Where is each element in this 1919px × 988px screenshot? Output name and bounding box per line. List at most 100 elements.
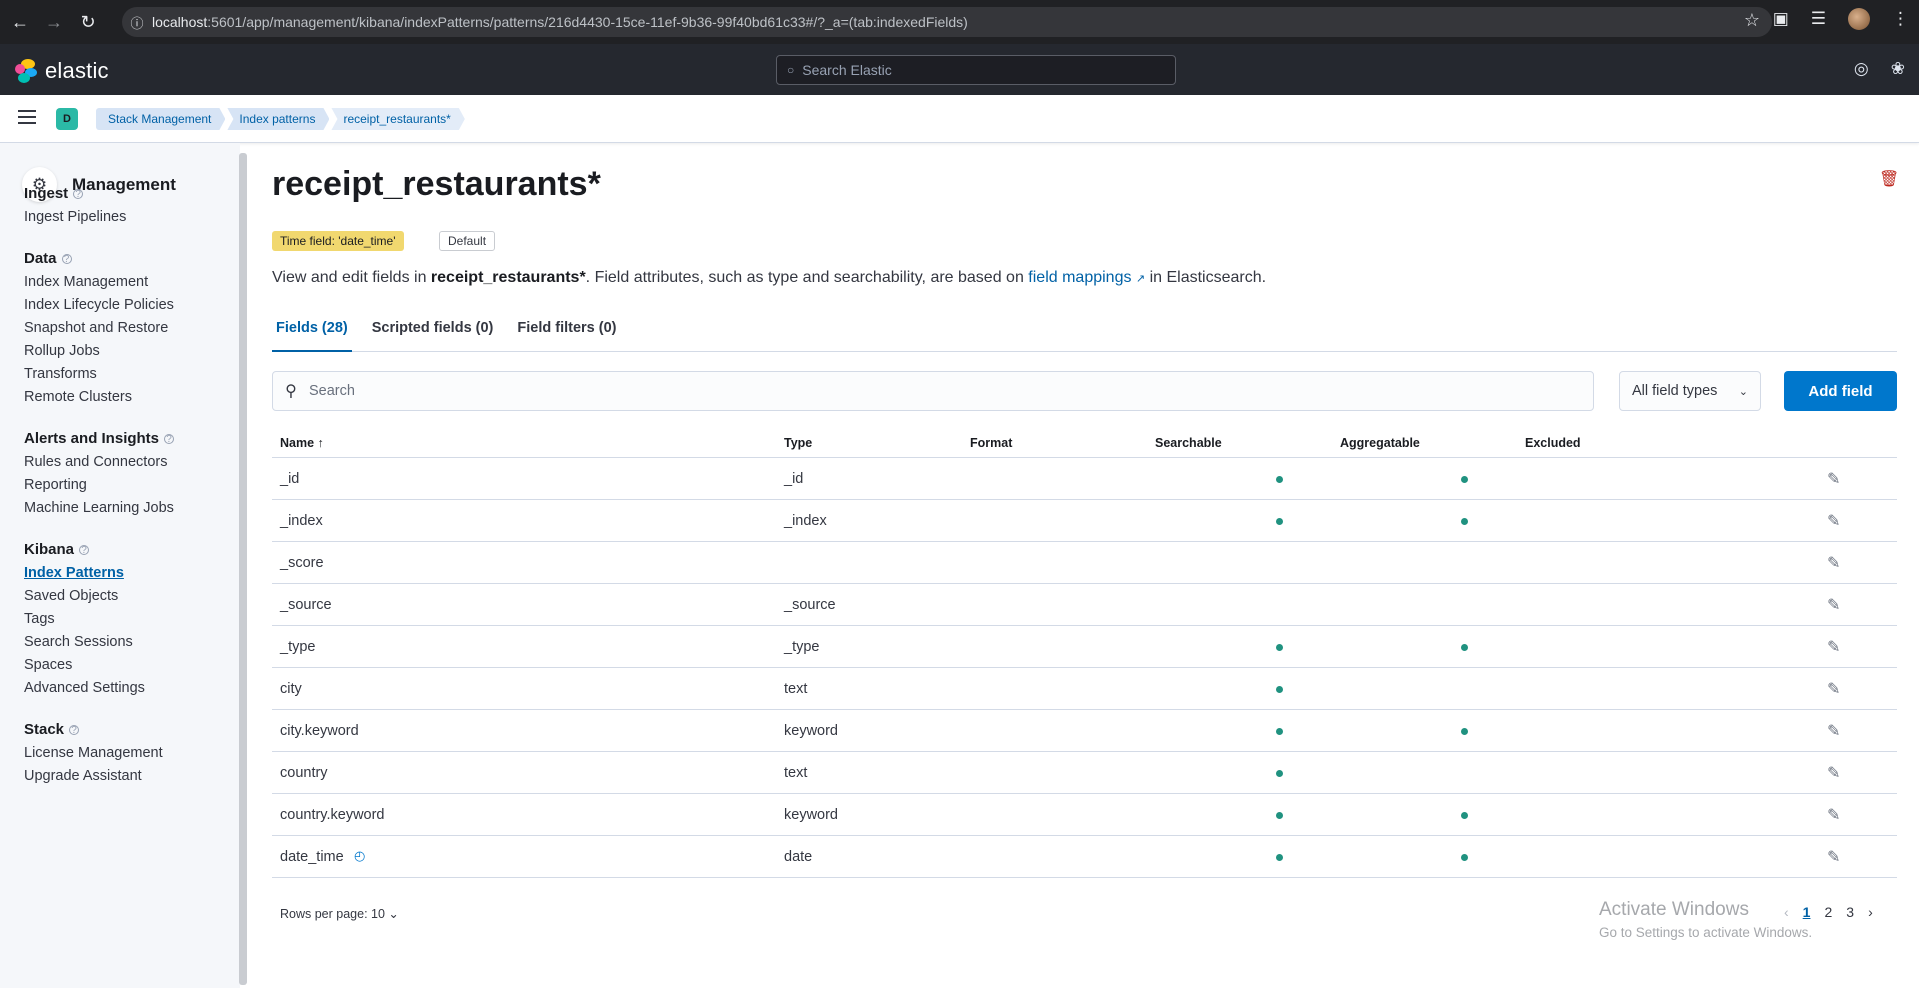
field-name: country.keyword xyxy=(280,807,385,823)
reload-icon[interactable]: ↻ xyxy=(74,8,102,36)
field-type: keyword xyxy=(784,723,838,739)
rows-per-page-select[interactable]: Rows per page: 10 ⌄ xyxy=(280,906,399,921)
tab-field-filters[interactable]: Field filters (0) xyxy=(513,318,620,352)
sidebar-item-advanced-settings[interactable]: Advanced Settings xyxy=(24,680,145,696)
table-row: city text ✎ xyxy=(272,668,1897,710)
media-icon[interactable]: ☰ xyxy=(1811,9,1826,29)
field-types-select[interactable]: All field types ⌄ xyxy=(1619,371,1761,411)
help-icon[interactable]: ◎ xyxy=(1854,59,1869,79)
breadcrumb-bar: D Stack Management Index patterns receip… xyxy=(0,95,1919,143)
sidebar-item-remote-clusters[interactable]: Remote Clusters xyxy=(24,389,132,405)
field-name: _score xyxy=(280,555,324,571)
edit-pencil-icon[interactable]: ✎ xyxy=(1827,511,1840,531)
table-row: country text ✎ xyxy=(272,752,1897,794)
page-2[interactable]: 2 xyxy=(1824,904,1832,920)
edit-pencil-icon[interactable]: ✎ xyxy=(1827,805,1840,825)
sidebar-item-ingest-pipelines[interactable]: Ingest Pipelines xyxy=(24,209,126,225)
profile-avatar[interactable] xyxy=(1848,8,1870,30)
global-search-input[interactable]: ○ Search Elastic xyxy=(776,55,1176,85)
newsfeed-icon[interactable]: ❀ xyxy=(1891,59,1905,79)
sidebar-item-tags[interactable]: Tags xyxy=(24,611,55,627)
sidebar-item-spaces[interactable]: Spaces xyxy=(24,657,72,673)
bookmark-star-icon[interactable]: ☆ xyxy=(1744,10,1760,31)
field-type: text xyxy=(784,765,808,781)
tab-fields[interactable]: Fields (28) xyxy=(272,318,352,352)
edit-pencil-icon[interactable]: ✎ xyxy=(1827,595,1840,615)
menu-kebab-icon[interactable]: ⋮ xyxy=(1892,9,1909,29)
space-avatar[interactable]: D xyxy=(56,108,78,130)
breadcrumb-index-patterns[interactable]: Index patterns xyxy=(227,108,329,130)
kibana-header: elastic ○ Search Elastic ◎ ❀ xyxy=(0,44,1919,95)
add-field-button[interactable]: Add field xyxy=(1784,371,1897,411)
next-page-icon[interactable]: › xyxy=(1868,904,1873,920)
field-type: _source xyxy=(784,597,836,613)
sidebar-item-index-patterns[interactable]: Index Patterns xyxy=(24,565,124,581)
table-row: _index _index ✎ xyxy=(272,500,1897,542)
info-icon: ? xyxy=(69,725,80,736)
sidebar-item-index-management[interactable]: Index Management xyxy=(24,274,148,290)
searchable-indicator xyxy=(1276,770,1283,777)
edit-pencil-icon[interactable]: ✎ xyxy=(1827,721,1840,741)
menu-toggle-icon[interactable] xyxy=(18,110,36,124)
table-row: _source _source ✎ xyxy=(272,584,1897,626)
column-header-searchable[interactable]: Searchable xyxy=(1155,436,1222,450)
edit-pencil-icon[interactable]: ✎ xyxy=(1827,469,1840,489)
edit-pencil-icon[interactable]: ✎ xyxy=(1827,553,1840,573)
table-row: _id _id ✎ xyxy=(272,458,1897,500)
chevron-down-icon: ⌄ xyxy=(388,907,399,921)
page-title: receipt_restaurants* xyxy=(272,165,601,203)
column-header-type[interactable]: Type xyxy=(784,436,812,450)
elastic-logo[interactable]: elastic xyxy=(15,58,109,84)
sidebar-item-saved-objects[interactable]: Saved Objects xyxy=(24,588,118,604)
extensions-icon[interactable]: ▣ xyxy=(1773,9,1789,29)
column-header-name[interactable]: Name ↑ xyxy=(280,436,324,450)
table-row: _type _type ✎ xyxy=(272,626,1897,668)
edit-pencil-icon[interactable]: ✎ xyxy=(1827,637,1840,657)
sidebar-item-rollup-jobs[interactable]: Rollup Jobs xyxy=(24,343,100,359)
searchable-indicator xyxy=(1276,476,1283,483)
forward-icon[interactable]: → xyxy=(40,8,68,36)
sidebar-group-alerts: Alerts and Insights? xyxy=(24,430,175,447)
delete-trash-icon[interactable]: 🗑 xyxy=(1879,169,1899,189)
edit-pencil-icon[interactable]: ✎ xyxy=(1827,679,1840,699)
global-search-placeholder: Search Elastic xyxy=(802,62,892,78)
aggregatable-indicator xyxy=(1461,476,1468,483)
external-link-icon: ↗ xyxy=(1135,273,1146,285)
info-icon: ? xyxy=(73,189,84,200)
field-name: _index xyxy=(280,513,323,529)
sidebar-item-index-lifecycle-policies[interactable]: Index Lifecycle Policies xyxy=(24,297,174,313)
sidebar-item-reporting[interactable]: Reporting xyxy=(24,477,87,493)
field-search-input[interactable]: ⚲ Search xyxy=(272,371,1594,411)
back-icon[interactable]: ← xyxy=(6,8,34,36)
field-type: _id xyxy=(784,471,804,487)
column-header-format[interactable]: Format xyxy=(970,436,1012,450)
sidebar-item-license-management[interactable]: License Management xyxy=(24,745,163,761)
column-header-aggregatable[interactable]: Aggregatable xyxy=(1340,436,1420,450)
chevron-down-icon: ⌄ xyxy=(1738,385,1748,398)
table-row: _score ✎ xyxy=(272,542,1897,584)
breadcrumb-stack-management[interactable]: Stack Management xyxy=(96,108,225,130)
info-icon: ? xyxy=(79,545,90,556)
sidebar-item-transforms[interactable]: Transforms xyxy=(24,366,97,382)
sidebar-item-ml-jobs[interactable]: Machine Learning Jobs xyxy=(24,500,174,516)
edit-pencil-icon[interactable]: ✎ xyxy=(1827,763,1840,783)
field-mappings-link[interactable]: field mappings ↗ xyxy=(1028,269,1145,286)
tab-scripted-fields[interactable]: Scripted fields (0) xyxy=(368,318,498,352)
sidebar-item-rules-connectors[interactable]: Rules and Connectors xyxy=(24,454,167,470)
edit-pencil-icon[interactable]: ✎ xyxy=(1827,847,1840,867)
default-badge: Default xyxy=(439,231,496,251)
elastic-logo-icon xyxy=(15,59,39,83)
sidebar-item-search-sessions[interactable]: Search Sessions xyxy=(24,634,133,650)
column-header-excluded[interactable]: Excluded xyxy=(1525,436,1581,450)
site-info-icon[interactable]: ⓘ xyxy=(122,13,152,32)
field-type: _index xyxy=(784,513,827,529)
fields-table: Name ↑ Type Format Searchable Aggregatab… xyxy=(272,428,1897,878)
sidebar-scrollbar[interactable] xyxy=(239,153,247,985)
sidebar-item-snapshot-restore[interactable]: Snapshot and Restore xyxy=(24,320,168,336)
page-3[interactable]: 3 xyxy=(1846,904,1854,920)
breadcrumb-current: receipt_restaurants* xyxy=(331,108,464,130)
searchable-indicator xyxy=(1276,518,1283,525)
aggregatable-indicator xyxy=(1461,812,1468,819)
sidebar-item-upgrade-assistant[interactable]: Upgrade Assistant xyxy=(24,768,142,784)
address-bar[interactable]: ⓘ localhost:5601/app/management/kibana/i… xyxy=(122,7,1772,37)
